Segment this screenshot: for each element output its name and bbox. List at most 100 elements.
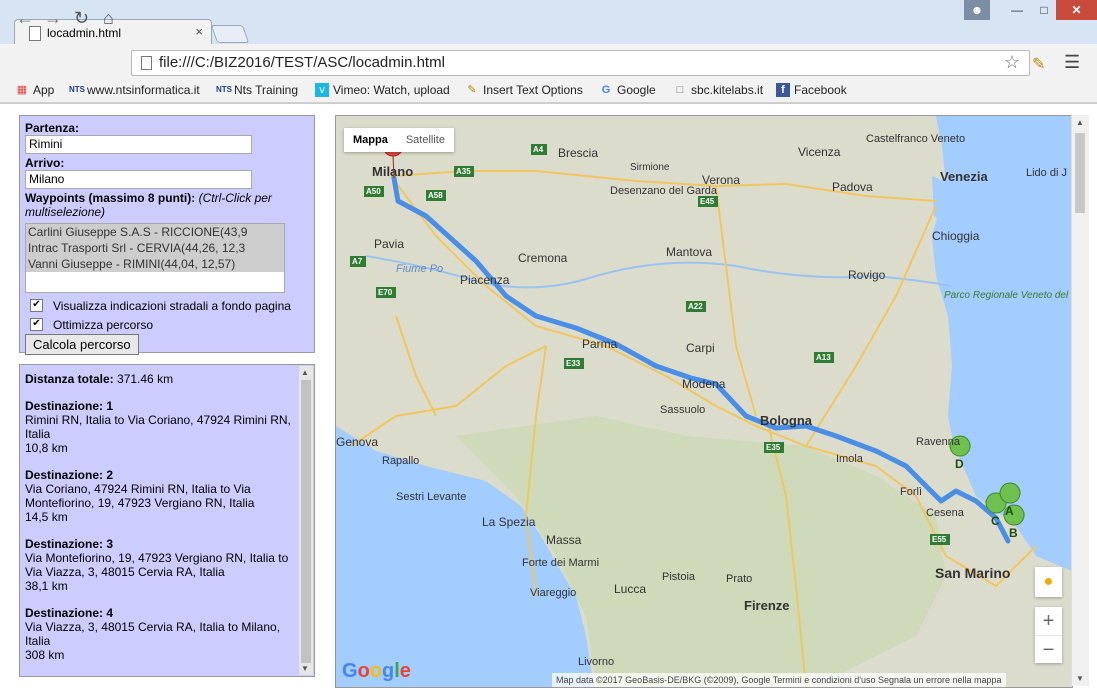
map-type-mappa[interactable]: Mappa	[344, 128, 397, 152]
bookmark-star-icon[interactable]: ☆	[1004, 52, 1020, 73]
route-form: Partenza: Rimini Arrivo: Milano Waypoint…	[19, 115, 315, 355]
city-label: Venezia	[940, 169, 988, 184]
leg-item: Destinazione: 3 Via Montefiorino, 19, 479…	[25, 537, 294, 593]
city-label: Bologna	[760, 413, 813, 428]
road-shield-label: A13	[816, 353, 831, 362]
zoom-control: + −	[1035, 607, 1062, 663]
road-shield-label: A7	[352, 257, 363, 266]
marker-label-a: A	[1005, 504, 1014, 518]
marker-label-c: C	[991, 514, 1000, 528]
city-label: Firenze	[744, 598, 790, 613]
marker-a[interactable]	[999, 482, 1021, 504]
waypoint-option[interactable]: Carlini Giuseppe S.A.S - RICCIONE(43,9	[26, 224, 284, 240]
leg-title: Destinazione: 4	[25, 606, 114, 620]
directions-scrollbar[interactable]: ▲ ▼	[299, 366, 313, 675]
bookmark-google[interactable]: G Google	[599, 83, 656, 97]
city-label: Pistoia	[662, 571, 696, 583]
apps-icon: ▦	[16, 84, 28, 96]
tab-close-icon[interactable]: ×	[195, 24, 203, 39]
scrollbar-thumb[interactable]	[1075, 133, 1085, 213]
road-shield-label: E33	[566, 359, 581, 368]
road-shield-label: E70	[378, 288, 393, 297]
city-label: Modena	[682, 377, 726, 391]
waypoints-select[interactable]: Carlini Giuseppe S.A.S - RICCIONE(43,9 I…	[25, 223, 285, 293]
page-scrollbar[interactable]: ▲ ▼	[1071, 115, 1089, 686]
bookmark-app[interactable]: ▦ App	[15, 83, 55, 97]
maximize-button[interactable]: □	[1030, 0, 1058, 20]
city-label: Parma	[582, 337, 618, 351]
leg-distance: 38,1 km	[25, 579, 68, 593]
leg-item: Destinazione: 2 Via Coriano, 47924 Rimini…	[25, 468, 294, 524]
home-icon[interactable]: ⌂	[103, 8, 114, 29]
leg-route: Via Viazza, 3, 48015 Cervia RA, Italia t…	[25, 620, 281, 648]
ottimizza-checkbox[interactable]: ✔	[30, 318, 43, 331]
new-tab-button[interactable]	[210, 25, 250, 43]
bookmarks-bar: ▦ App NTS www.ntsinformatica.it NTS Nts Tra…	[0, 80, 1097, 103]
city-label: Sassuolo	[660, 404, 705, 416]
leg-route: Rimini RN, Italia to Via Coriano, 47924 …	[25, 413, 291, 441]
calcola-percorso-button[interactable]: Calcola percorso	[25, 334, 139, 355]
waypoint-option[interactable]: Intrac Trasporti Srl - CERVIA(44,26, 12,…	[26, 240, 284, 256]
waypoints-label-block: Waypoints (massimo 8 punti): (Ctrl-Click…	[25, 191, 309, 219]
total-distance-label: Distanza totale:	[25, 372, 114, 386]
leg-item: Destinazione: 1 Rimini RN, Italia to Via …	[25, 399, 294, 455]
scroll-down-icon[interactable]: ▼	[1076, 674, 1084, 683]
scrollbar-thumb[interactable]	[301, 380, 311, 663]
bookmark-facebook[interactable]: f Facebook	[776, 83, 847, 97]
city-label: Sirmione	[630, 162, 670, 173]
city-label: Chioggia	[932, 229, 980, 243]
close-window-button[interactable]: ✕	[1056, 0, 1097, 20]
back-icon[interactable]: ←	[16, 8, 34, 29]
waypoint-option[interactable]: Vanni Giuseppe - RIMINI(44,04, 12,57)	[26, 256, 284, 272]
minimize-button[interactable]: —	[1003, 0, 1031, 20]
indicazioni-checkbox[interactable]: ✔	[30, 299, 43, 312]
bookmark-kitelabs[interactable]: □ sbc.kitelabs.it	[673, 83, 763, 97]
city-label: Rovigo	[848, 268, 886, 282]
city-label: Sestri Levante	[396, 491, 466, 503]
pencil-icon: ✎	[467, 84, 477, 96]
bookmark-ntsinformatica[interactable]: NTS www.ntsinformatica.it	[69, 83, 200, 97]
pegman-icon[interactable]: ●	[1035, 567, 1062, 597]
leg-title: Destinazione: 3	[25, 537, 114, 551]
leg-route: Via Montefiorino, 19, 47923 Vergiano RN,…	[25, 551, 289, 579]
city-label: Pavia	[374, 237, 404, 251]
forward-icon[interactable]: →	[44, 8, 62, 29]
zoom-out-button[interactable]: −	[1035, 636, 1062, 664]
arrivo-input[interactable]: Milano	[25, 170, 252, 189]
city-label: Prato	[726, 573, 752, 585]
marker-label-b: B	[1009, 526, 1018, 540]
address-bar[interactable]: file:///C:/BIZ2016/TEST/ASC/locadmin.htm…	[131, 50, 1030, 76]
scroll-down-icon[interactable]: ▼	[301, 664, 309, 673]
reload-icon[interactable]: ↻	[74, 8, 89, 29]
facebook-icon: f	[776, 83, 790, 97]
scroll-up-icon[interactable]: ▲	[301, 368, 309, 377]
page-icon: □	[676, 84, 684, 96]
road-shield-label: A58	[428, 191, 443, 200]
city-label: Forlì	[900, 486, 922, 498]
city-label: Cesena	[926, 507, 965, 519]
map[interactable]: D C A B Milano Brescia Vicenza Castelfra…	[335, 115, 1073, 688]
zoom-in-button[interactable]: +	[1035, 607, 1062, 636]
extension-pencil-icon[interactable]: ✎	[1032, 54, 1045, 74]
map-type-satellite[interactable]: Satellite	[397, 128, 454, 152]
leg-route: Via Coriano, 47924 Rimini RN, Italia to …	[25, 482, 255, 510]
map-canvas: D C A B Milano Brescia Vicenza Castelfra…	[336, 116, 1072, 687]
city-label: Brescia	[558, 146, 598, 160]
city-label: Mantova	[666, 245, 712, 259]
city-label: Livorno	[578, 656, 614, 668]
menu-icon[interactable]: ☰	[1064, 52, 1080, 73]
road-shield-label: A35	[456, 167, 471, 176]
road-shield-label: E45	[700, 197, 715, 206]
map-attribution: Map data ©2017 GeoBasis-DE/BKG (©2009), …	[552, 673, 1006, 687]
user-icon[interactable]: ☻	[964, 0, 990, 20]
indicazioni-checkbox-row: ✔ Visualizza indicazioni stradali a fond…	[25, 296, 309, 315]
google-logo: Google	[342, 660, 411, 682]
bookmark-insert-text[interactable]: ✎ Insert Text Options	[465, 83, 582, 97]
bookmark-vimeo[interactable]: v Vimeo: Watch, upload	[315, 83, 450, 97]
city-label: Rapallo	[382, 455, 419, 467]
indicazioni-label: Visualizza indicazioni stradali a fondo …	[53, 298, 291, 313]
bookmark-nts-training[interactable]: NTS Nts Training	[216, 83, 298, 97]
partenza-input[interactable]: Rimini	[25, 135, 252, 154]
city-label: Massa	[546, 533, 582, 547]
scroll-up-icon[interactable]: ▲	[1076, 118, 1084, 127]
